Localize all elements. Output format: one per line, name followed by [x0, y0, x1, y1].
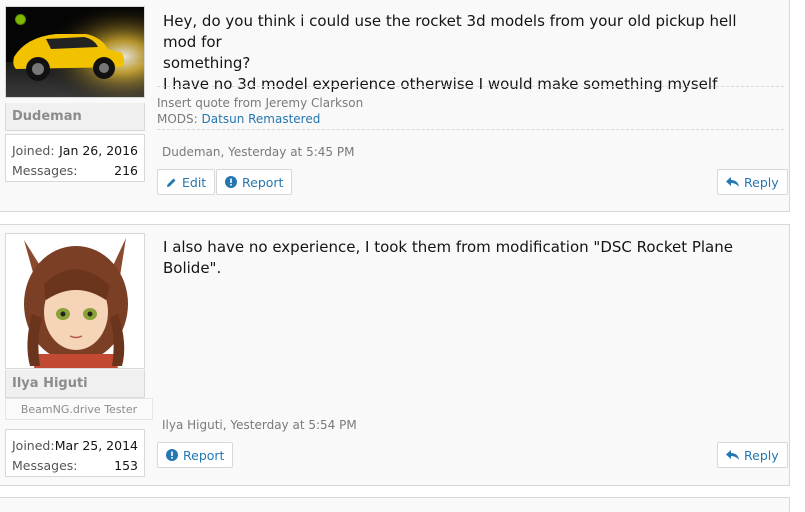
report-button[interactable]: Report: [216, 169, 293, 195]
avatar-dudeman[interactable]: [5, 6, 145, 98]
author-name[interactable]: Ilya Higuti: [5, 370, 145, 398]
avatar-ilya-higuti[interactable]: [5, 233, 145, 369]
online-status-icon: [15, 14, 26, 25]
joined-label: Joined:: [12, 142, 55, 158]
info-circle-icon: [225, 176, 237, 188]
messages-count: 216: [114, 162, 138, 178]
joined-label: Joined:: [12, 437, 55, 453]
post-next-partial: [0, 497, 790, 512]
messages-label: Messages:: [12, 457, 78, 473]
report-label: Report: [242, 174, 284, 190]
signature-divider: [157, 129, 784, 130]
reply-button[interactable]: Reply: [717, 442, 788, 468]
reply-label: Reply: [744, 174, 779, 190]
message-line: something?: [163, 54, 251, 72]
avatar-image-anime-girl: [6, 234, 144, 368]
message-line: Hey, do you think i could use the rocket…: [163, 12, 737, 51]
post-meta[interactable]: Ilya Higuti, Yesterday at 5:54 PM: [162, 418, 357, 432]
signature-mods-label: MODS:: [157, 112, 198, 126]
messages-label: Messages:: [12, 162, 78, 178]
author-stats: Joined: Mar 25, 2014 Messages: 153: [5, 429, 145, 477]
messages-count: 153: [114, 457, 138, 473]
reply-label: Reply: [744, 447, 779, 463]
message-body: I also have no experience, I took them f…: [163, 237, 773, 279]
signature: Insert quote from Jeremy Clarkson MODS: …: [157, 86, 784, 127]
reply-arrow-icon: [726, 176, 739, 188]
author-stats: Joined: Jan 26, 2016 Messages: 216: [5, 134, 145, 182]
joined-date: Jan 26, 2016: [59, 142, 138, 158]
user-title-badge: BeamNG.drive Tester: [5, 398, 153, 420]
message-line: I also have no experience, I took them f…: [163, 238, 733, 277]
signature-mods-link[interactable]: Datsun Remastered: [202, 112, 321, 126]
message-body: Hey, do you think i could use the rocket…: [163, 11, 773, 95]
pencil-icon: [166, 177, 177, 188]
info-circle-icon: [166, 449, 178, 461]
report-label: Report: [183, 447, 225, 463]
reply-arrow-icon: [726, 449, 739, 461]
post-meta[interactable]: Dudeman, Yesterday at 5:45 PM: [162, 145, 354, 159]
edit-label: Edit: [182, 174, 207, 190]
signature-quote: Insert quote from Jeremy Clarkson: [157, 96, 364, 110]
avatar-image-car: [6, 7, 144, 97]
edit-button[interactable]: Edit: [157, 169, 216, 195]
reply-button[interactable]: Reply: [717, 169, 788, 195]
report-button[interactable]: Report: [157, 442, 234, 468]
joined-date: Mar 25, 2014: [54, 437, 138, 453]
author-name[interactable]: Dudeman: [5, 103, 145, 131]
